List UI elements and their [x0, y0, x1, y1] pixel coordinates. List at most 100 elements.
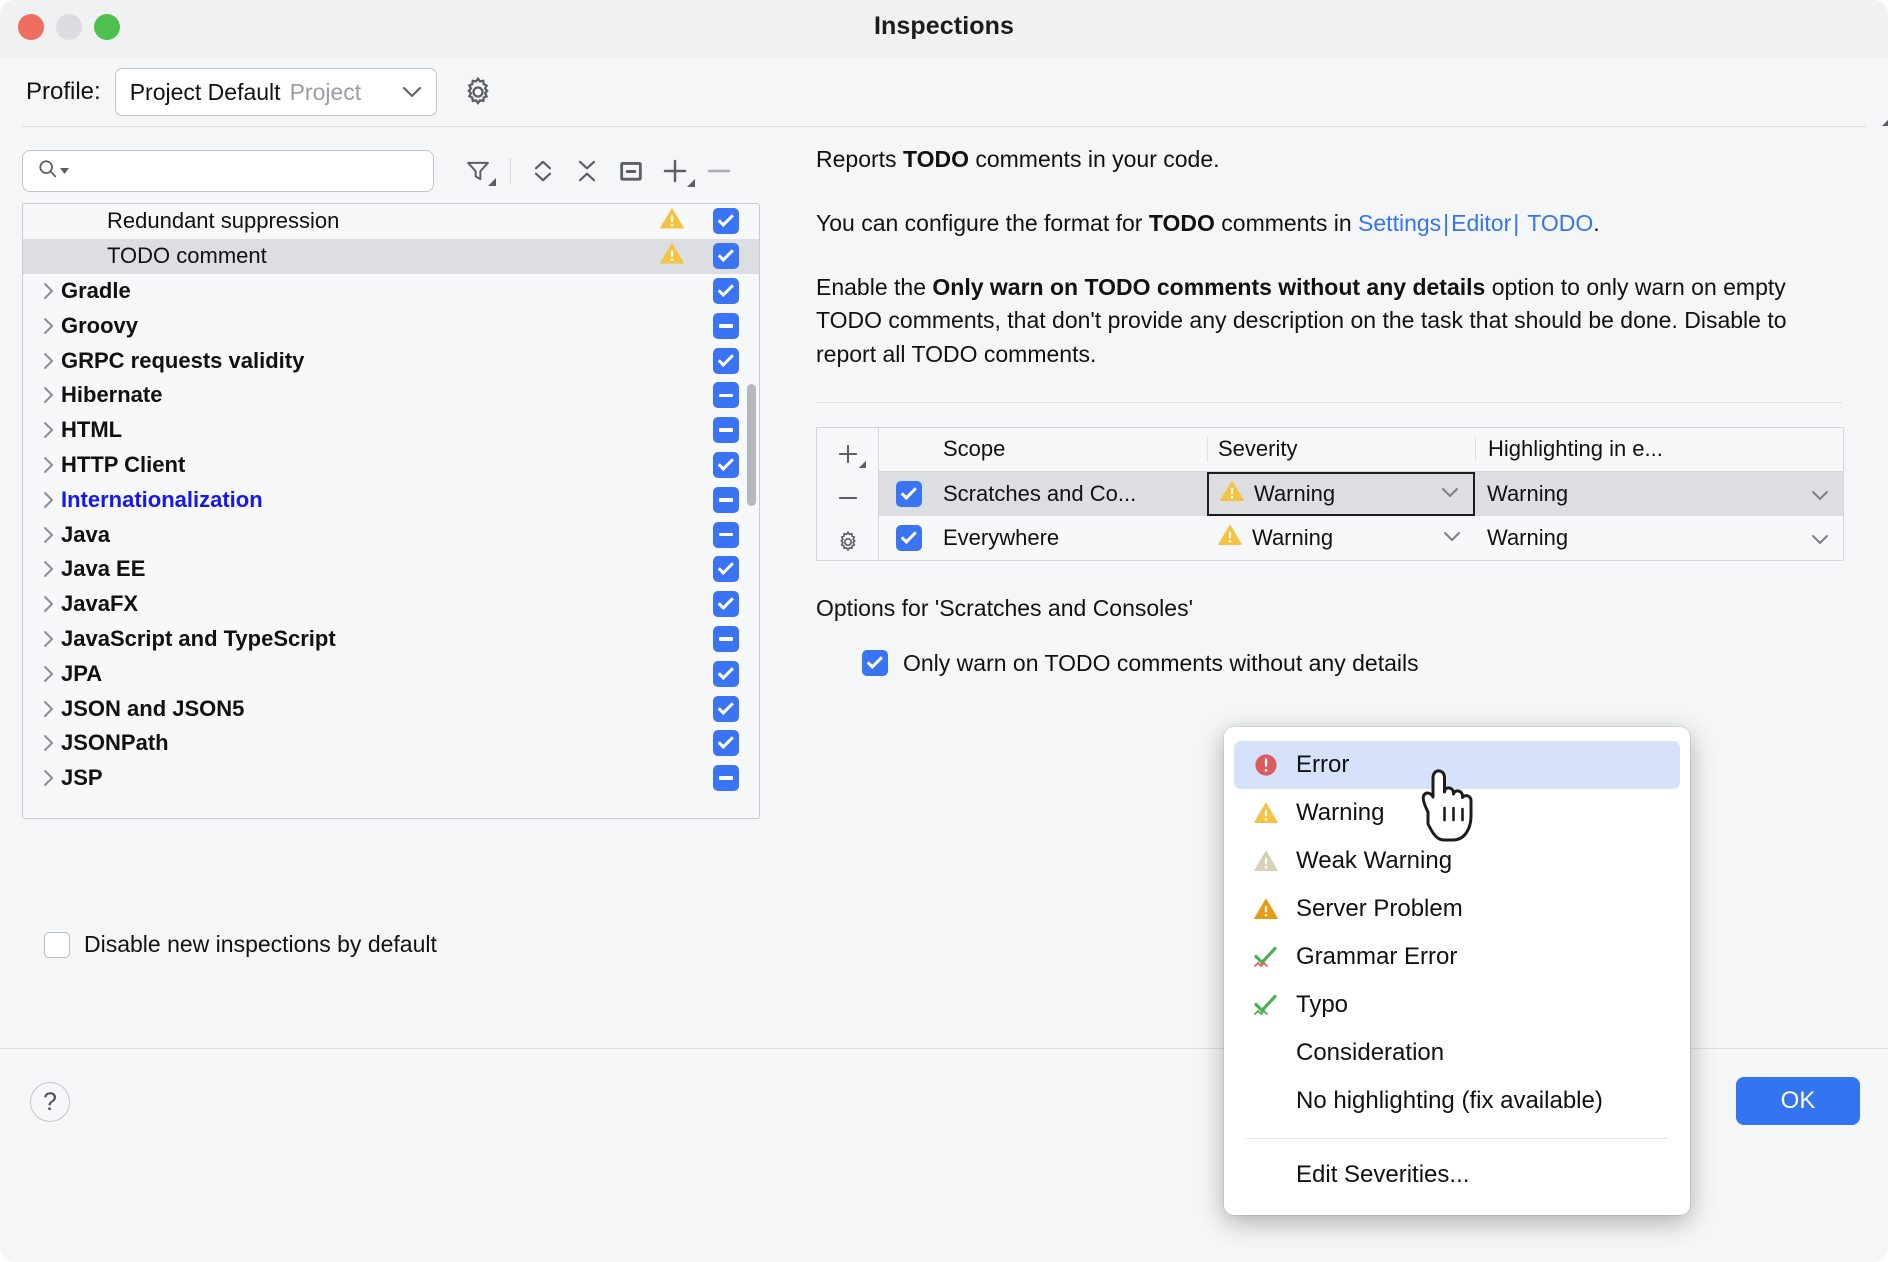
tree-row[interactable]: HTML	[23, 413, 759, 448]
scope-table-row[interactable]: Scratches and Co... WarningWarning	[879, 472, 1843, 516]
tree-row[interactable]: GRPC requests validity	[23, 343, 759, 378]
chevron-right-icon[interactable]	[35, 385, 61, 405]
menu-item-warning[interactable]: Warning	[1234, 789, 1680, 837]
remove-scope-button[interactable]	[828, 481, 868, 515]
menu-item-edit-severities[interactable]: Edit Severities...	[1234, 1151, 1680, 1199]
tree-row-checkbox[interactable]	[713, 626, 739, 652]
tree-row[interactable]: Redundant suppression	[23, 204, 759, 239]
tree-row-checkbox[interactable]	[713, 208, 739, 234]
tree-row-checkbox[interactable]	[713, 661, 739, 687]
tree-row-checkbox[interactable]	[713, 730, 739, 756]
tree-row[interactable]: JSONPath	[23, 726, 759, 761]
chevron-right-icon[interactable]	[35, 768, 61, 788]
search-options-caret-icon[interactable]	[60, 167, 69, 176]
weak-warning-triangle-icon	[1252, 849, 1280, 873]
desc-p1-a: Reports	[816, 146, 903, 172]
profile-select[interactable]: Project Default Project	[115, 68, 437, 116]
settings-link[interactable]: Settings	[1358, 210, 1441, 236]
tree-row[interactable]: JavaFX	[23, 587, 759, 622]
severity-select[interactable]: Warning	[1207, 516, 1475, 560]
tree-row[interactable]: Groovy	[23, 308, 759, 343]
chevron-right-icon[interactable]	[35, 594, 61, 614]
help-button[interactable]: ?	[30, 1082, 70, 1122]
scope-row-checkbox[interactable]	[879, 481, 939, 507]
search-box[interactable]	[22, 150, 434, 192]
tree-row[interactable]: JPA	[23, 656, 759, 691]
add-scope-button[interactable]	[828, 437, 868, 471]
chevron-right-icon[interactable]	[35, 733, 61, 753]
tree-row[interactable]: Hibernate	[23, 378, 759, 413]
tree-row-checkbox[interactable]	[713, 313, 739, 339]
chevron-right-icon[interactable]	[35, 525, 61, 545]
collapse-all-button[interactable]	[565, 151, 609, 191]
tree-row-checkbox[interactable]	[713, 382, 739, 408]
chevron-right-icon[interactable]	[35, 316, 61, 336]
tree-row-checkbox[interactable]	[713, 452, 739, 478]
tree-row-checkbox[interactable]	[713, 278, 739, 304]
tree-row-checkbox[interactable]	[713, 348, 739, 374]
desc-p2-c: comments in	[1215, 210, 1358, 236]
expand-all-button[interactable]	[521, 151, 565, 191]
tree-row[interactable]: Java EE	[23, 552, 759, 587]
chevron-right-icon[interactable]	[35, 699, 61, 719]
tree-row[interactable]: Java	[23, 517, 759, 552]
search-input[interactable]	[77, 159, 407, 183]
remove-inspection-button[interactable]	[697, 151, 741, 191]
todo-link[interactable]: TODO	[1527, 210, 1593, 236]
tree-row-checkbox[interactable]	[713, 417, 739, 443]
tree-row-checkbox[interactable]	[713, 765, 739, 791]
chevron-right-icon[interactable]	[35, 490, 61, 510]
menu-item-no-highlighting-fix-available[interactable]: No highlighting (fix available)	[1234, 1077, 1680, 1125]
menu-item-consideration[interactable]: Consideration	[1234, 1029, 1680, 1077]
tree-row[interactable]: TODO comment	[23, 239, 759, 274]
add-dropdown-caret-icon[interactable]	[685, 177, 695, 187]
tree-scrollbar[interactable]	[747, 384, 756, 506]
tree-row-label: Java EE	[61, 556, 145, 582]
highlighting-select[interactable]: Warning	[1475, 472, 1843, 516]
menu-item-server-problem[interactable]: Server Problem	[1234, 885, 1680, 933]
severity-select[interactable]: Warning	[1207, 472, 1475, 516]
collapse-pane-button[interactable]	[609, 151, 653, 191]
highlighting-select[interactable]: Warning	[1475, 516, 1843, 560]
scope-settings-gear-icon[interactable]	[828, 525, 868, 559]
filter-dropdown-caret-icon[interactable]	[486, 176, 496, 186]
tree-row[interactable]: Internationalization	[23, 482, 759, 517]
chevron-right-icon[interactable]	[35, 351, 61, 371]
profile-settings-gear-icon[interactable]	[459, 73, 497, 111]
ok-button[interactable]: OK	[1736, 1077, 1860, 1125]
tree-row[interactable]: JSON and JSON5	[23, 691, 759, 726]
tree-row[interactable]: JavaScript and TypeScript	[23, 622, 759, 657]
tree-row-checkbox[interactable]	[713, 696, 739, 722]
chevron-right-icon[interactable]	[35, 559, 61, 579]
chevron-right-icon[interactable]	[35, 420, 61, 440]
add-inspection-button[interactable]	[653, 151, 697, 191]
scope-row-checkbox[interactable]	[879, 525, 939, 551]
menu-item-error[interactable]: Error	[1234, 741, 1680, 789]
chevron-right-icon[interactable]	[35, 455, 61, 475]
tree-row-checkbox[interactable]	[713, 243, 739, 269]
tree-row-checkbox[interactable]	[713, 522, 739, 548]
tree-row-checkbox[interactable]	[713, 591, 739, 617]
inspections-tree[interactable]: Redundant suppression TODO comment Gradl…	[22, 203, 760, 819]
disable-new-inspections-checkbox[interactable]	[44, 932, 70, 958]
tree-row[interactable]: HTTP Client	[23, 448, 759, 483]
only-warn-empty-todo-checkbox[interactable]	[862, 650, 888, 676]
menu-item-grammar-error[interactable]: Grammar Error	[1234, 933, 1680, 981]
disable-new-inspections-row[interactable]: Disable new inspections by default	[44, 931, 437, 958]
chevron-right-icon[interactable]	[35, 664, 61, 684]
add-scope-caret-icon[interactable]	[857, 459, 866, 468]
menu-item-weak-warning[interactable]: Weak Warning	[1234, 837, 1680, 885]
scope-table-row[interactable]: Everywhere WarningWarning	[879, 516, 1843, 560]
tree-row-checkbox[interactable]	[713, 487, 739, 513]
menu-item-label: Server Problem	[1296, 895, 1463, 923]
chevron-right-icon[interactable]	[35, 629, 61, 649]
tree-row[interactable]: JSP	[23, 761, 759, 796]
tree-row-checkbox[interactable]	[713, 556, 739, 582]
tree-row[interactable]: Gradle	[23, 274, 759, 309]
filter-button[interactable]	[456, 151, 500, 191]
severity-dropdown-menu[interactable]: Error Warning Weak Warning Server Proble…	[1224, 727, 1690, 1215]
chevron-right-icon[interactable]	[35, 281, 61, 301]
options-checkbox-row[interactable]: Only warn on TODO comments without any d…	[862, 650, 1866, 677]
editor-link[interactable]: Editor	[1451, 210, 1511, 236]
menu-item-typo[interactable]: Typo	[1234, 981, 1680, 1029]
